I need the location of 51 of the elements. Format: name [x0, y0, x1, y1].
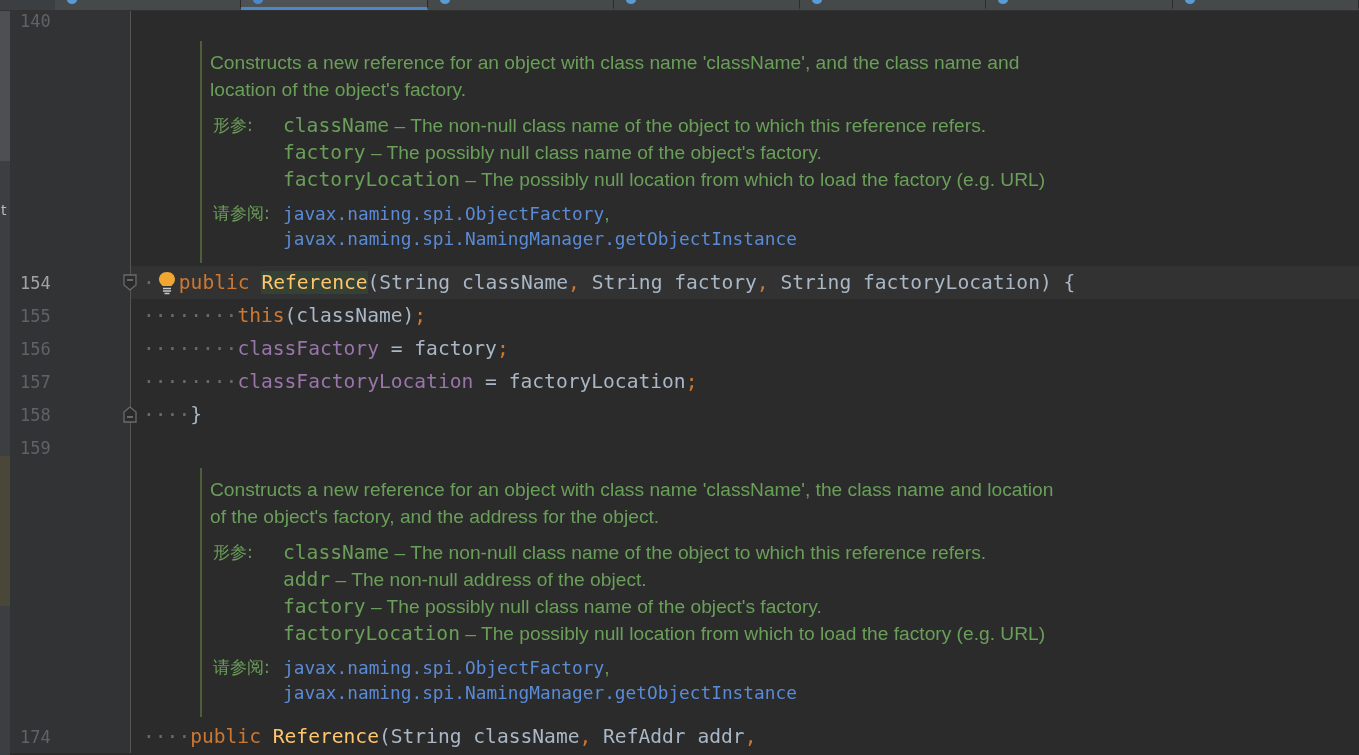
- file-icon: [998, 0, 1009, 4]
- doc-link[interactable]: javax.naming.spi.NamingManager.getObjectInstance: [283, 228, 797, 249]
- editor-tab[interactable]: [55, 0, 242, 10]
- fold-icon[interactable]: [123, 406, 137, 423]
- editor-tab[interactable]: [613, 0, 801, 10]
- param-description: className – The non-null class name of the object to which this reference refers.: [283, 113, 988, 139]
- panel-text: t: [1, 201, 8, 219]
- file-icon: [1184, 0, 1195, 4]
- see-also-label: 请参阅:: [212, 656, 271, 679]
- param-description: addr – The non-null address of the object.: [283, 567, 648, 593]
- whitespace-dots: ········: [143, 336, 238, 362]
- param-description: factory – The possibly null class name of the object's factory.: [283, 594, 823, 620]
- editor-tab[interactable]: [427, 0, 614, 10]
- code-line: public Reference(String className, String factory, String factoryLocation) {: [178, 270, 1076, 296]
- editor-tab[interactable]: [1172, 0, 1359, 10]
- params-label: 形参:: [212, 114, 254, 137]
- param-description: factory – The possibly null class name of the object's factory.: [283, 140, 823, 166]
- doc-link[interactable]: javax.naming.spi.NamingManager.getObjectInstance: [283, 682, 797, 703]
- doc-summary: Constructs a new reference for an object with class name 'className', the class name and location of the object's factory, and the address for the object.: [210, 478, 1055, 529]
- fold-icon[interactable]: [123, 274, 137, 291]
- params-label: 形参:: [212, 541, 254, 564]
- whitespace-dots: ····: [143, 724, 191, 750]
- see-also-label: 请参阅:: [212, 202, 271, 225]
- whitespace-dots: ········: [143, 369, 238, 395]
- doc-summary: Constructs a new reference for an object with class name 'className', and the class name and location of the object's factory.: [210, 51, 1021, 102]
- comma: ,: [604, 657, 610, 678]
- editor-tab[interactable]: [986, 0, 1173, 10]
- file-icon: [67, 0, 77, 4]
- whitespace-dots: ····: [143, 402, 191, 428]
- file-icon: [253, 0, 264, 4]
- code-line: public Reference(String className, RefAddr addr,: [190, 724, 757, 750]
- comma: ,: [604, 203, 610, 224]
- doc-link[interactable]: javax.naming.spi.ObjectFactory: [283, 203, 605, 224]
- param-description: className – The non-null class name of the object to which this reference refers.: [283, 540, 988, 566]
- file-icon: [812, 0, 823, 4]
- file-icon: [439, 0, 450, 4]
- scrollbar-thumb[interactable]: [0, 11, 10, 161]
- code-line: this(className);: [237, 303, 427, 329]
- code-line: classFactory = factory;: [237, 336, 509, 362]
- param-description: factoryLocation – The possibly null location from which to load the factory (e.g. URL): [283, 167, 1047, 193]
- whitespace-dots: ·: [143, 270, 155, 296]
- editor-tab[interactable]: [241, 0, 428, 10]
- whitespace-dots: ········: [143, 303, 238, 329]
- doc-link[interactable]: javax.naming.spi.ObjectFactory: [283, 657, 605, 678]
- file-icon: [625, 0, 636, 4]
- code-line: classFactoryLocation = factoryLocation;: [237, 369, 698, 395]
- param-description: factoryLocation – The possibly null location from which to load the factory (e.g. URL): [283, 621, 1047, 647]
- code-line: }: [190, 402, 202, 428]
- lightbulb-icon[interactable]: [157, 270, 176, 295]
- line-number: 154: [20, 272, 51, 293]
- editor-tab[interactable]: [800, 0, 987, 10]
